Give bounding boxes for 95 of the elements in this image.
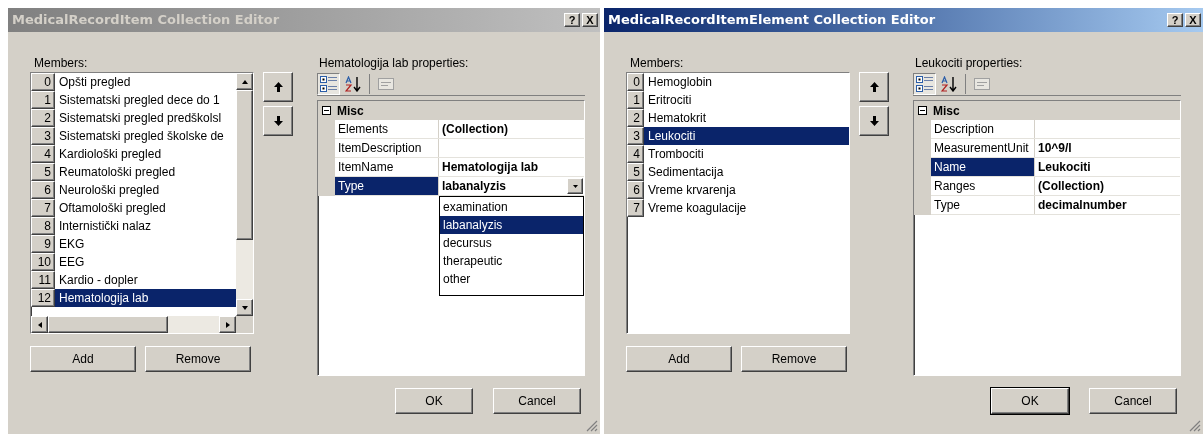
remove-button[interactable]: Remove (741, 346, 847, 372)
index-cell: 1 (31, 91, 55, 109)
members-label: Members: (33, 55, 89, 72)
index-cell: 0 (627, 73, 644, 91)
index-cell: 4 (627, 145, 644, 163)
add-button[interactable]: Add (30, 346, 136, 372)
horizontal-scrollbar[interactable] (31, 316, 236, 333)
property-value: 10^9/l (1037, 140, 1072, 157)
property-value: decimalnumber (1037, 197, 1127, 214)
window-title: MedicalRecordItem Collection Editor (12, 11, 280, 30)
property-name[interactable]: Name (931, 158, 1035, 176)
property-pages-icon (376, 75, 395, 92)
index-cell: 9 (31, 235, 55, 253)
index-cell: 1 (627, 91, 644, 109)
index-cell: 4 (31, 145, 55, 163)
window-title: MedicalRecordItemElement Collection Editor (608, 11, 936, 30)
arrow-down-icon (869, 116, 879, 126)
properties-label: Leukociti properties: (914, 55, 1024, 72)
index-cell: 11 (31, 271, 55, 289)
arrow-down-icon (273, 116, 283, 126)
index-cell: 7 (627, 199, 644, 217)
property-value: labanalyzis (441, 178, 507, 195)
index-cell: 12 (31, 289, 55, 307)
arrow-up-icon (273, 82, 283, 92)
dropdown-option[interactable]: examination (440, 198, 583, 216)
resize-grip-icon (1189, 420, 1201, 432)
property-name[interactable]: Ranges (931, 177, 1035, 195)
resize-grip-icon (586, 420, 598, 432)
move-up-button[interactable] (859, 72, 889, 102)
ok-button[interactable]: OK (991, 388, 1069, 414)
collapse-icon[interactable] (322, 106, 331, 115)
member-item[interactable]: Hematologija lab (55, 289, 236, 307)
dropdown-option[interactable]: decursus (440, 234, 583, 252)
index-cell: 5 (627, 163, 644, 181)
index-cell: 3 (627, 127, 644, 145)
vertical-scrollbar[interactable] (236, 73, 253, 316)
index-cell: 0 (31, 73, 55, 91)
index-cell: 2 (31, 109, 55, 127)
members-label: Members: (629, 55, 685, 72)
property-name[interactable]: Elements (335, 120, 439, 138)
remove-button[interactable]: Remove (145, 346, 251, 372)
caret-icon (572, 184, 578, 188)
index-cell: 10 (31, 253, 55, 271)
help-button[interactable]: ? (1167, 13, 1183, 27)
scrollbar-corner (236, 316, 253, 333)
property-value: Leukociti (1037, 159, 1091, 176)
collapse-icon[interactable] (918, 106, 927, 115)
index-cell: 2 (627, 109, 644, 127)
category-label: Misc (932, 102, 960, 120)
property-name[interactable]: Description (931, 120, 1035, 138)
scroll-button[interactable] (219, 316, 236, 333)
property-name[interactable]: MeasurementUnit (931, 139, 1035, 157)
property-value: Hematologija lab (441, 159, 539, 176)
property-name[interactable]: Type (335, 177, 439, 195)
index-cell: 7 (31, 199, 55, 217)
dropdown-option[interactable]: therapeutic (440, 252, 583, 270)
ok-button[interactable]: OK (395, 388, 473, 414)
add-button[interactable]: Add (626, 346, 732, 372)
toolbar-button[interactable] (317, 72, 340, 95)
index-cell: 5 (31, 163, 55, 181)
index-cell: 6 (627, 181, 644, 199)
member-item[interactable]: Hemoglobin (644, 73, 849, 91)
scroll-button[interactable] (236, 299, 253, 316)
scrollbar-thumb[interactable] (236, 90, 253, 240)
scroll-button[interactable] (31, 316, 48, 333)
categorized-icon (915, 75, 934, 92)
member-item[interactable]: Leukociti (644, 127, 849, 145)
index-cell: 3 (31, 127, 55, 145)
categorized-icon (319, 75, 338, 92)
sort-icon (940, 75, 959, 92)
close-button[interactable]: X (582, 13, 598, 27)
scrollbar-thumb[interactable] (48, 316, 168, 333)
sort-icon (344, 75, 363, 92)
cancel-button[interactable]: Cancel (1089, 388, 1177, 414)
scroll-button[interactable] (236, 73, 253, 90)
move-down-button[interactable] (859, 106, 889, 136)
dropdown-option[interactable]: other (440, 270, 583, 288)
category-label: Misc (336, 102, 364, 120)
arrow-up-icon (869, 82, 879, 92)
move-down-button[interactable] (263, 106, 293, 136)
cancel-button[interactable]: Cancel (493, 388, 581, 414)
member-item[interactable]: Opšti pregled (55, 73, 236, 91)
index-cell: 6 (31, 181, 55, 199)
move-up-button[interactable] (263, 72, 293, 102)
property-name[interactable]: Type (931, 196, 1035, 214)
toolbar-button[interactable] (913, 72, 936, 95)
property-pages-icon (972, 75, 991, 92)
index-cell: 8 (31, 217, 55, 235)
help-button[interactable]: ? (564, 13, 580, 27)
close-button[interactable]: X (1185, 13, 1201, 27)
property-value: (Collection) (1037, 178, 1104, 195)
properties-label: Hematologija lab properties: (318, 55, 470, 72)
property-value: (Collection) (441, 121, 508, 138)
dropdown-button[interactable] (567, 178, 583, 194)
dropdown-option[interactable]: labanalyzis (440, 216, 583, 234)
